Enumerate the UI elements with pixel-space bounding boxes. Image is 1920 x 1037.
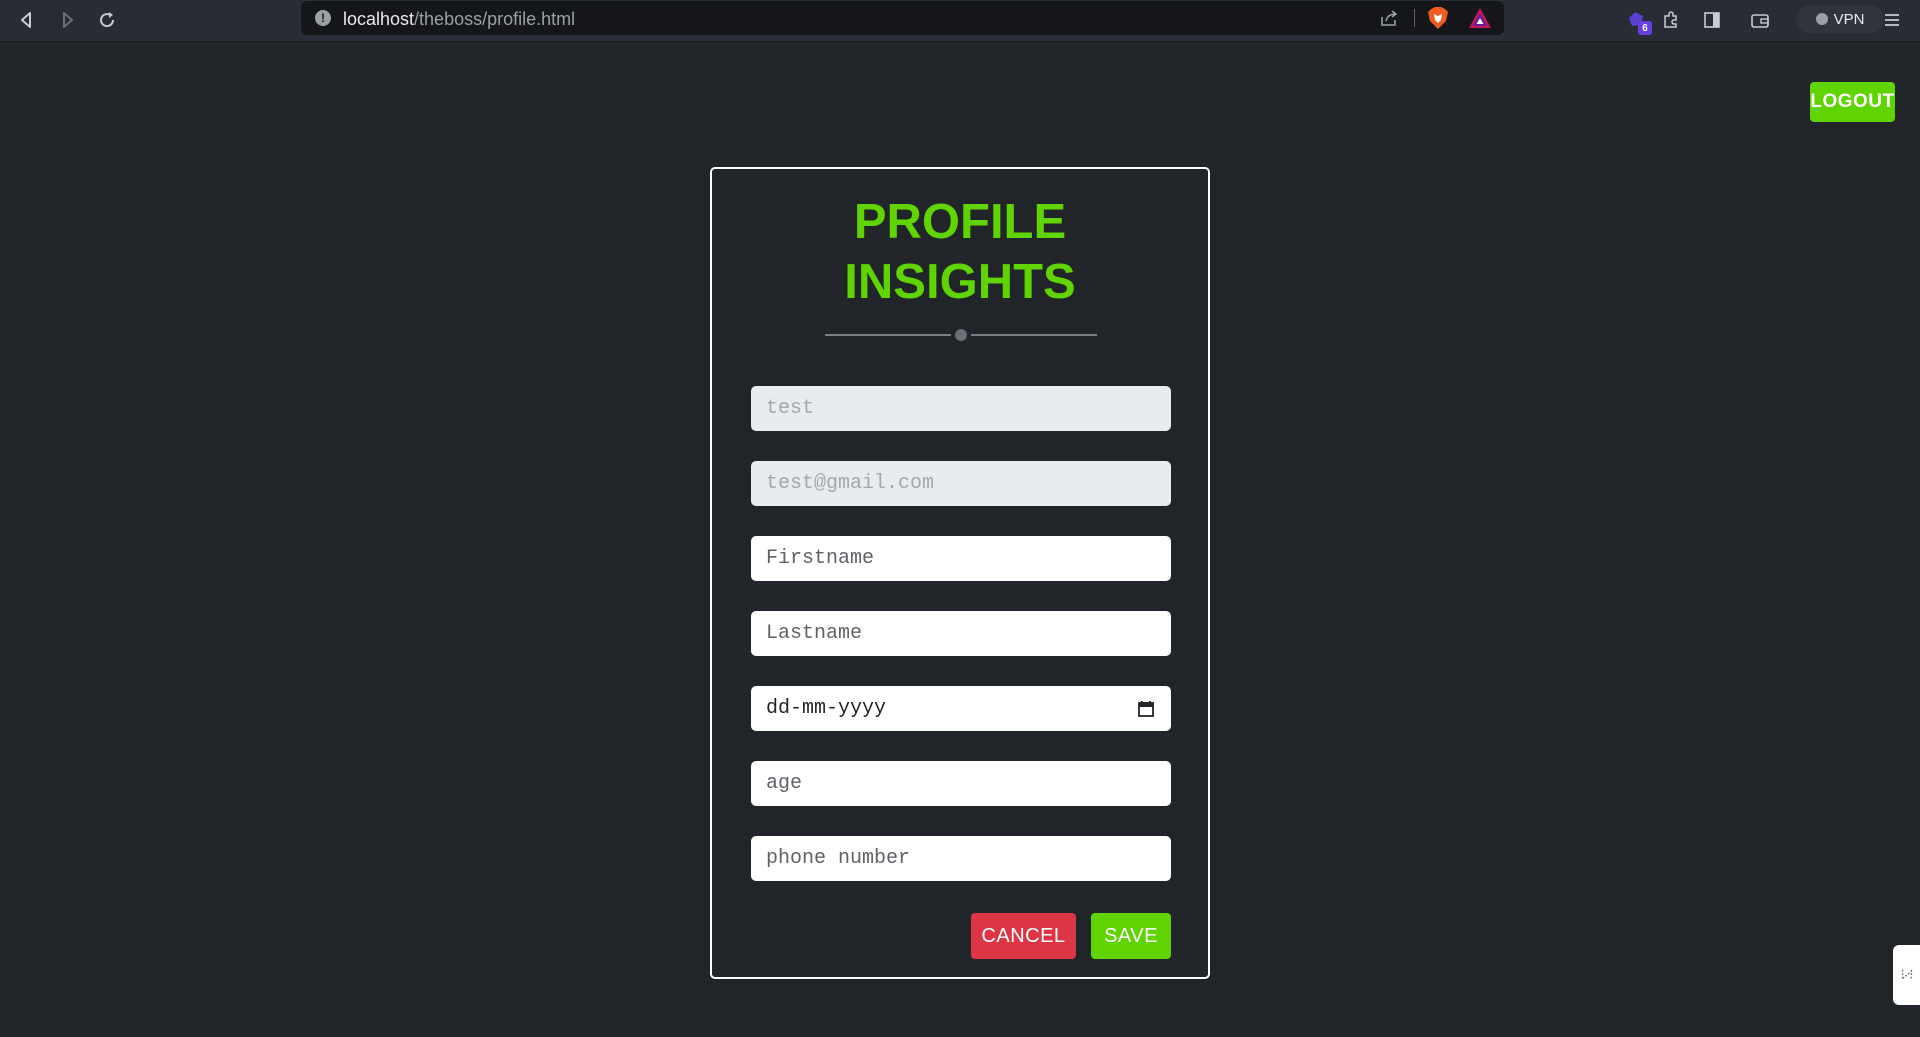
extension-puzzle-badge[interactable]: 6	[1622, 6, 1652, 35]
brave-rewards-icon[interactable]	[1468, 7, 1492, 29]
address-bar[interactable]: ! localhost/theboss/profile.html	[301, 1, 1504, 35]
firstname-field[interactable]	[751, 536, 1171, 581]
hamburger-menu-icon	[1885, 14, 1899, 26]
vpn-button[interactable]: VPN	[1796, 5, 1884, 33]
save-button[interactable]: SAVE	[1091, 913, 1171, 959]
vpn-status-icon	[1815, 13, 1828, 25]
sidebar-icon	[1704, 12, 1720, 28]
lastname-input[interactable]	[766, 611, 1156, 656]
title-line-2: INSIGHTS	[844, 255, 1076, 309]
divider-dot	[955, 329, 967, 341]
cancel-button[interactable]: CANCEL	[971, 913, 1076, 959]
sidebar-toggle-button[interactable]	[1698, 6, 1726, 34]
puzzle-icon	[1664, 11, 1677, 28]
reload-button[interactable]	[92, 5, 122, 35]
extension-badge-count: 6	[1638, 21, 1652, 35]
vpn-label: VPN	[1833, 10, 1865, 28]
phone-input[interactable]	[766, 836, 1156, 881]
forward-arrow-icon	[63, 12, 73, 28]
username-field	[751, 386, 1171, 431]
title-divider	[825, 329, 1097, 341]
email-field	[751, 461, 1171, 506]
address-bar-separator	[1414, 9, 1415, 27]
side-panel-tab[interactable]	[1893, 945, 1920, 1005]
browser-menu-button[interactable]	[1878, 6, 1906, 34]
page-title: PROFILE INSIGHTS	[712, 192, 1208, 312]
email-input	[766, 461, 1156, 506]
site-info-icon[interactable]: !	[315, 10, 331, 26]
url-path: /theboss/profile.html	[414, 9, 576, 29]
back-button[interactable]	[12, 5, 42, 35]
profile-card: PROFILE INSIGHTS dd-mm-yyyy CANCEL SAVE	[710, 167, 1210, 979]
logout-button[interactable]: LOGOUT	[1810, 82, 1895, 122]
date-of-birth-field[interactable]: dd-mm-yyyy	[751, 686, 1171, 731]
title-line-1: PROFILE	[853, 195, 1067, 249]
phone-field[interactable]	[751, 836, 1171, 881]
wallet-icon	[1751, 14, 1769, 28]
extensions-button[interactable]	[1657, 6, 1685, 34]
share-icon[interactable]	[1379, 8, 1399, 28]
divider-line-left	[825, 334, 951, 336]
url-text[interactable]: localhost/theboss/profile.html	[343, 9, 575, 30]
calendar-icon[interactable]	[1136, 699, 1156, 719]
age-field[interactable]	[751, 761, 1171, 806]
date-of-birth-input[interactable]: dd-mm-yyyy	[766, 697, 1136, 720]
firstname-input[interactable]	[766, 536, 1156, 581]
age-input[interactable]	[766, 761, 1156, 806]
username-input	[766, 386, 1156, 431]
back-arrow-icon	[21, 12, 31, 28]
url-host: localhost	[343, 9, 415, 29]
forward-button[interactable]	[52, 5, 82, 35]
brave-shields-icon[interactable]	[1427, 6, 1449, 30]
reload-icon	[100, 12, 115, 28]
wallet-button[interactable]	[1746, 6, 1774, 34]
browser-toolbar: ! localhost/theboss/profile.html 6 VPN	[0, 0, 1920, 42]
divider-line-right	[971, 334, 1097, 336]
side-tab-icon	[1901, 969, 1912, 981]
lastname-field[interactable]	[751, 611, 1171, 656]
